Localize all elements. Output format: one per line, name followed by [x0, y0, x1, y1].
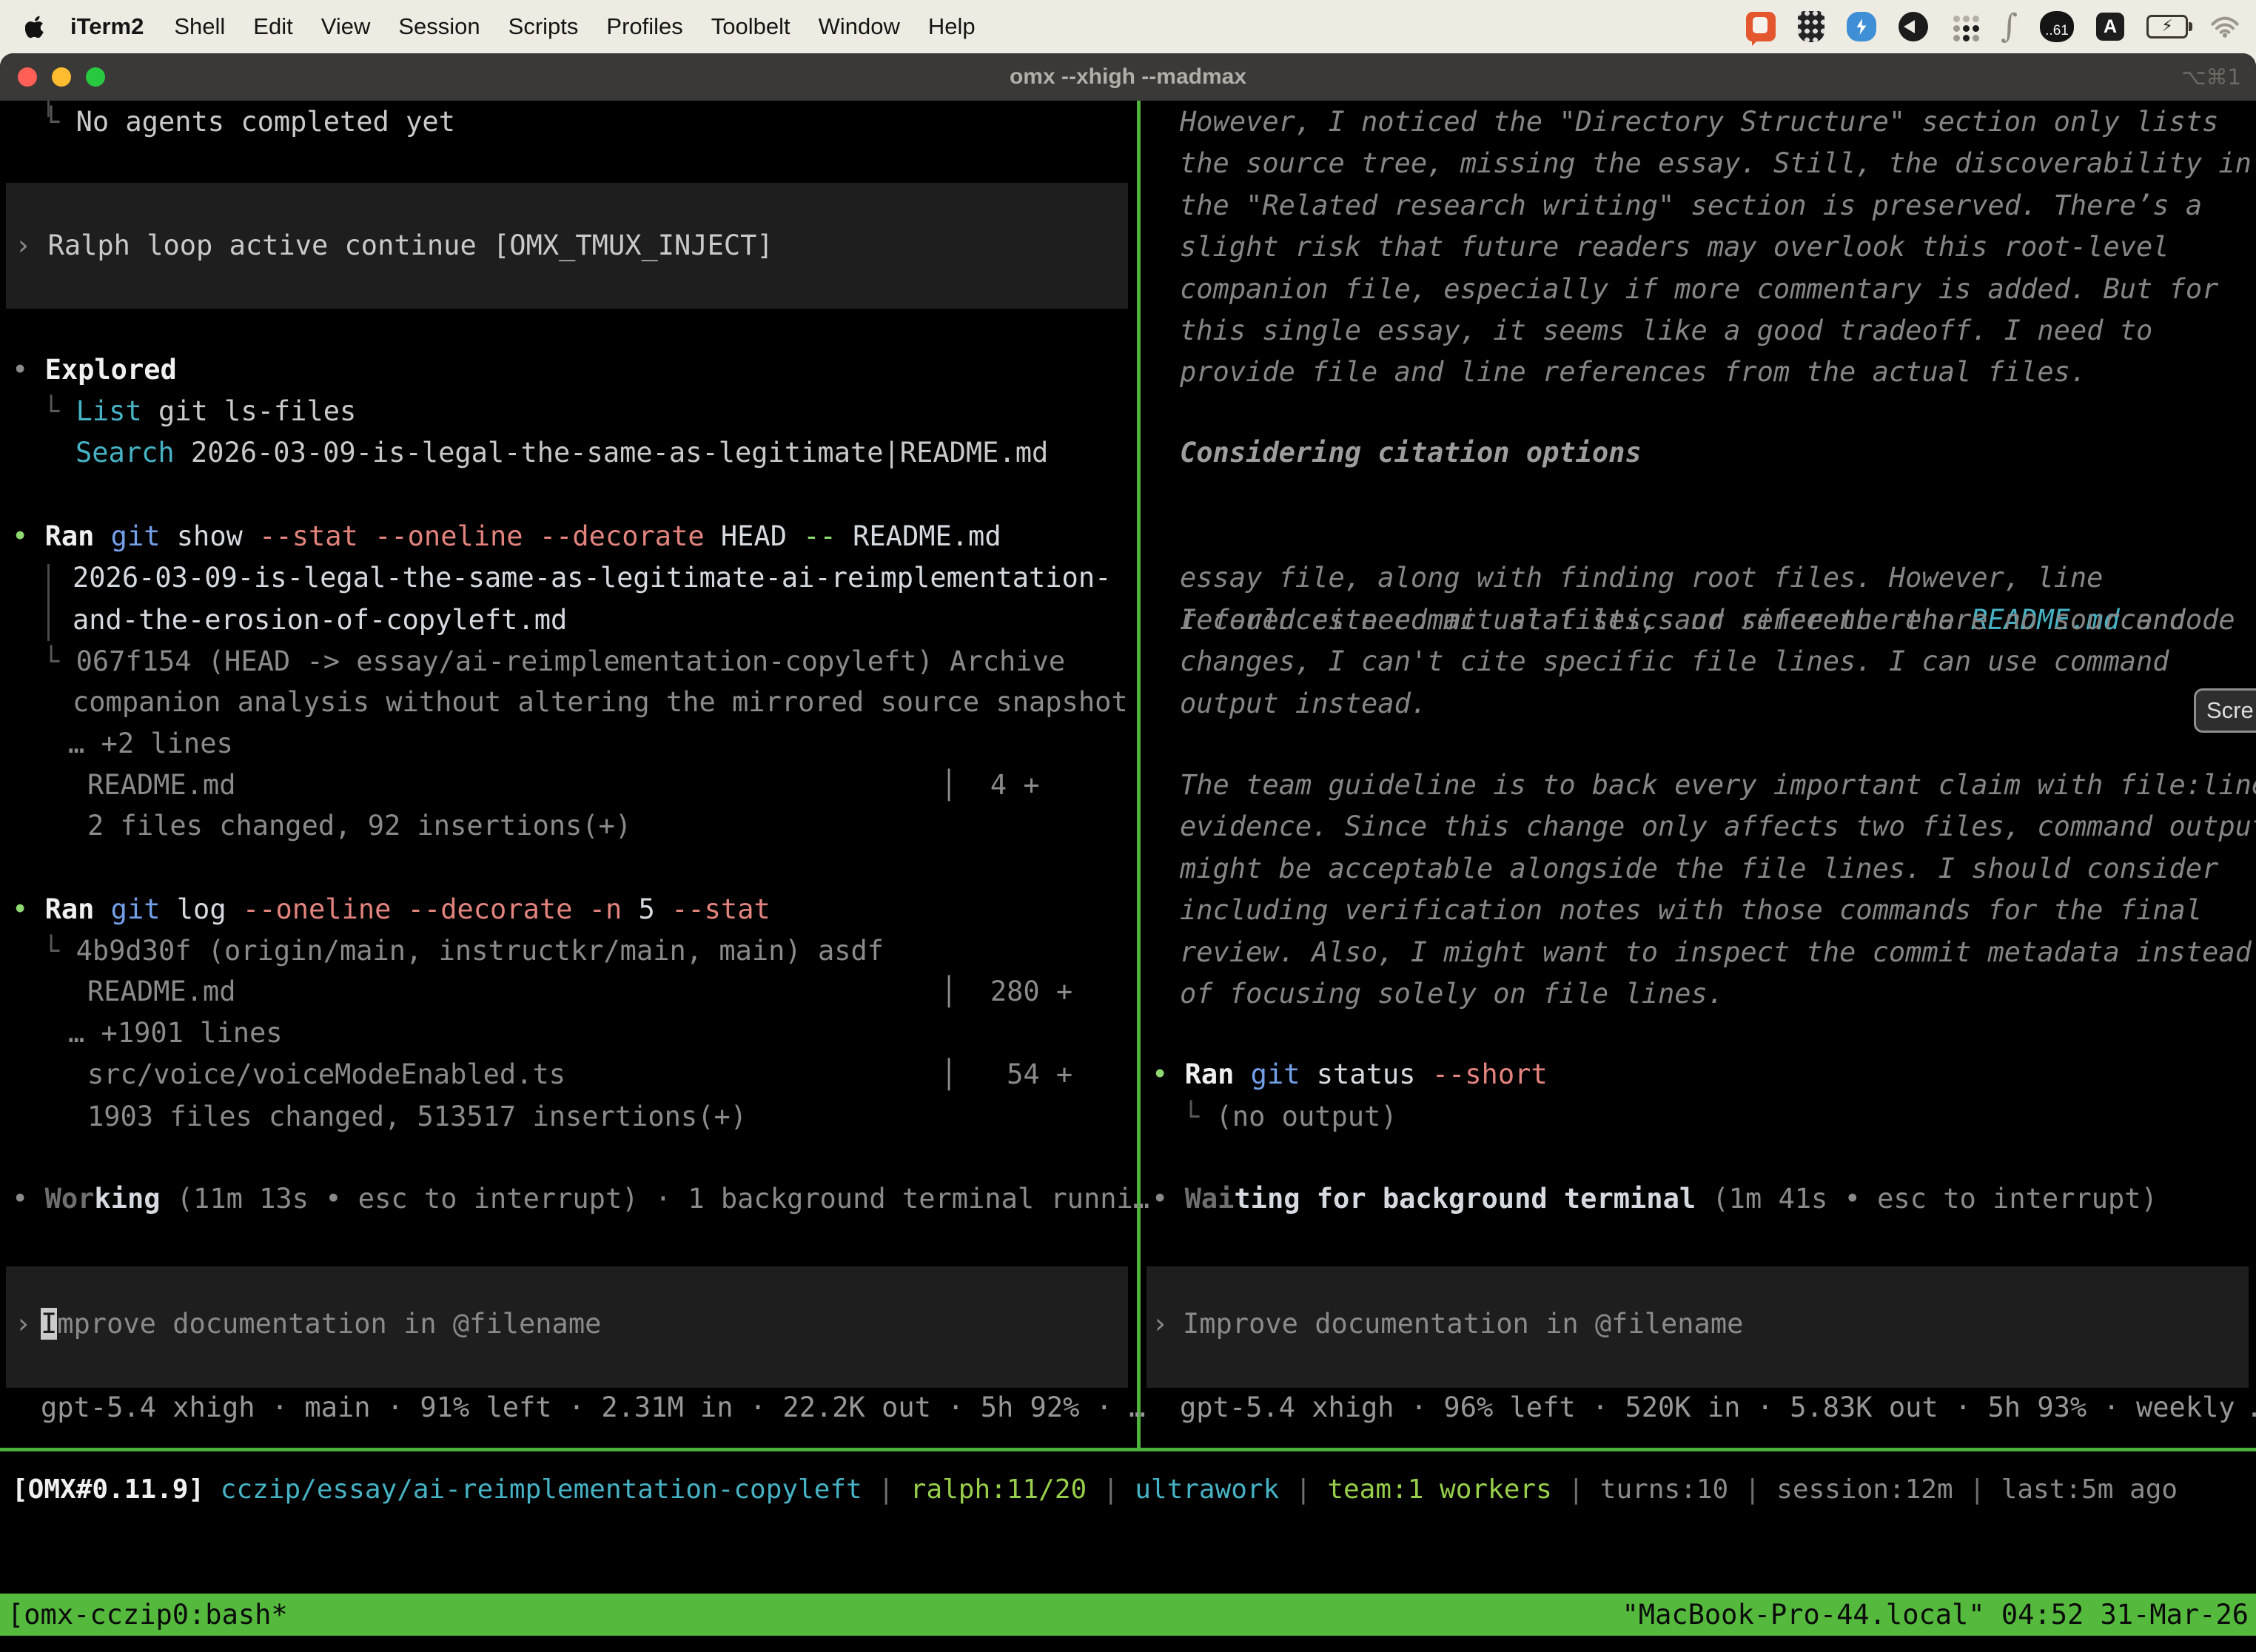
left-session-status: gpt-5.4 xhigh · main · 91% left · 2.31M … — [41, 1387, 1145, 1428]
menu-item-session[interactable]: Session — [384, 13, 494, 40]
git-log-stat-value-1: │ 280 + — [941, 971, 1072, 1013]
battery-icon[interactable]: ⚡ — [2146, 15, 2188, 38]
right-prompt-text[interactable]: Improve documentation in @filename — [1183, 1303, 1743, 1345]
git-show-command: • Ran git show --stat --oneline --decora… — [12, 516, 1001, 557]
right-prompt-chevron: › — [1152, 1303, 1168, 1345]
window-shortcut-badge: ⌥⌘1 — [2181, 53, 2241, 101]
tmux-pane-divider-horizontal[interactable] — [0, 1448, 2256, 1451]
git-show-commit-line: └ 067f154 (HEAD -> essay/ai-reimplementa… — [43, 641, 1065, 682]
git-show-summary: 2 files changed, 92 insertions(+) — [87, 805, 631, 847]
tmux-session-label: [omx-cczip0:bash* — [7, 1599, 288, 1631]
keyboard-input-icon[interactable]: A — [2096, 13, 2124, 41]
menu-item-profiles[interactable]: Profiles — [592, 13, 696, 40]
dark-disc-icon[interactable] — [1899, 12, 1928, 41]
menu-item-window[interactable]: Window — [805, 13, 914, 40]
wifi-icon[interactable] — [2210, 16, 2240, 38]
window-title-bar[interactable]: omx --xhigh --madmax ⌥⌘1 — [0, 53, 2256, 101]
explored-header: • Explored — [12, 349, 177, 391]
git-log-more-lines: … +1901 lines — [68, 1013, 283, 1054]
tmux-status-bar: [omx-cczip0:bash* "MacBook-Pro-44.local"… — [0, 1594, 2256, 1636]
no-agents-line: └ No agents completed yet — [43, 101, 455, 143]
left-prompt-text: mprove documentation in @filename — [57, 1308, 601, 1340]
menu-left: iTerm2 Shell Edit View Session Scripts P… — [0, 13, 990, 40]
git-log-summary: 1903 files changed, 513517 insertions(+) — [87, 1096, 747, 1138]
git-log-stat-value-2: │ 54 + — [941, 1054, 1072, 1095]
screen-share-tab-label: Scre — [2206, 697, 2254, 724]
git-show-filename-2: and-the-erosion-of-copyleft.md — [73, 600, 567, 641]
inject-banner-line: › Ralph loop active continue [OMX_TMUX_I… — [15, 225, 773, 266]
reasoning-paragraph-1: However, I noticed the "Directory Struct… — [1180, 101, 2252, 394]
reasoning-heading: Considering citation options — [1180, 432, 1642, 474]
screen-share-tab[interactable]: Scre — [2194, 688, 2256, 733]
menu-item-edit[interactable]: Edit — [239, 13, 306, 40]
menu-item-help[interactable]: Help — [914, 13, 990, 40]
chat-app-icon[interactable] — [1746, 12, 1776, 41]
git-status-output: └ (no output) — [1183, 1096, 1397, 1138]
right-session-status: gpt-5.4 xhigh · 96% left · 520K in · 5.8… — [1180, 1387, 2256, 1428]
menu-status-icons: ∫ ..61 A ⚡ — [1746, 11, 2256, 42]
git-show-commit-line-2: companion analysis without altering the … — [73, 682, 1128, 723]
explored-search-line: Search 2026-03-09-is-legal-the-same-as-l… — [75, 432, 1048, 474]
badge-61-icon[interactable]: ..61 — [2040, 11, 2074, 42]
git-show-filename-1: 2026-03-09-is-legal-the-same-as-legitima… — [73, 557, 1111, 599]
git-show-stat-value: │ 4 + — [941, 765, 1040, 806]
git-log-commit-line: └ 4b9d30f (origin/main, instructkr/main,… — [43, 930, 884, 972]
screenshot-root: iTerm2 Shell Edit View Session Scripts P… — [0, 0, 2256, 1652]
git-status-command: • Ran git status --short — [1152, 1054, 1548, 1095]
iterm2-window: omx --xhigh --madmax ⌥⌘1 └ No agents com… — [0, 53, 2256, 1652]
tmux-host-clock: "MacBook-Pro-44.local" 04:52 31-Mar-26 — [1622, 1599, 2249, 1631]
apple-menu-icon[interactable] — [25, 14, 46, 39]
waiting-status-line: • Waiting for background terminal (1m 41… — [1152, 1178, 2158, 1220]
tmux-pane-divider-vertical[interactable] — [1137, 101, 1141, 1448]
menu-item-view[interactable]: View — [307, 13, 385, 40]
left-prompt-chevron: › — [15, 1303, 31, 1345]
menu-item-toolbelt[interactable]: Toolbelt — [697, 13, 805, 40]
menu-item-scripts[interactable]: Scripts — [494, 13, 593, 40]
tree-line — [47, 564, 50, 641]
git-show-more-lines: … +2 lines — [68, 723, 233, 765]
shield-app-icon[interactable] — [1798, 11, 1824, 42]
explored-list-line: └ List git ls-files — [43, 391, 356, 432]
text-cursor: I — [41, 1308, 57, 1340]
reasoning-paragraph-2-rest: essay file, along with finding root file… — [1180, 516, 2235, 725]
git-show-stat-file: README.md — [87, 765, 235, 806]
menu-item-shell[interactable]: Shell — [160, 13, 239, 40]
reasoning-paragraph-3: The team guideline is to back every impo… — [1180, 765, 2256, 1015]
git-log-stat-file-2: src/voice/voiceModeEnabled.ts — [87, 1054, 565, 1095]
charging-bolt-icon: ⚡ — [2161, 19, 2172, 34]
blue-bolt-icon[interactable] — [1847, 12, 1876, 41]
git-log-command: • Ran git log --oneline --decorate -n 5 … — [12, 889, 771, 930]
working-status-line: • Working (11m 13s • esc to interrupt) ·… — [12, 1178, 1149, 1220]
dots-grid-icon[interactable] — [1950, 13, 1978, 41]
hook-icon[interactable]: ∫ — [2001, 12, 2018, 41]
window-title: omx --xhigh --madmax — [0, 53, 2256, 101]
git-log-stat-file-1: README.md — [87, 971, 235, 1013]
left-prompt-input[interactable]: Improve documentation in @filename — [41, 1303, 601, 1345]
menu-item-iterm2[interactable]: iTerm2 — [56, 13, 160, 40]
macos-menu-bar: iTerm2 Shell Edit View Session Scripts P… — [0, 0, 2256, 53]
omx-status-bar: [OMX#0.11.9] cczip/essay/ai-reimplementa… — [12, 1469, 2178, 1511]
